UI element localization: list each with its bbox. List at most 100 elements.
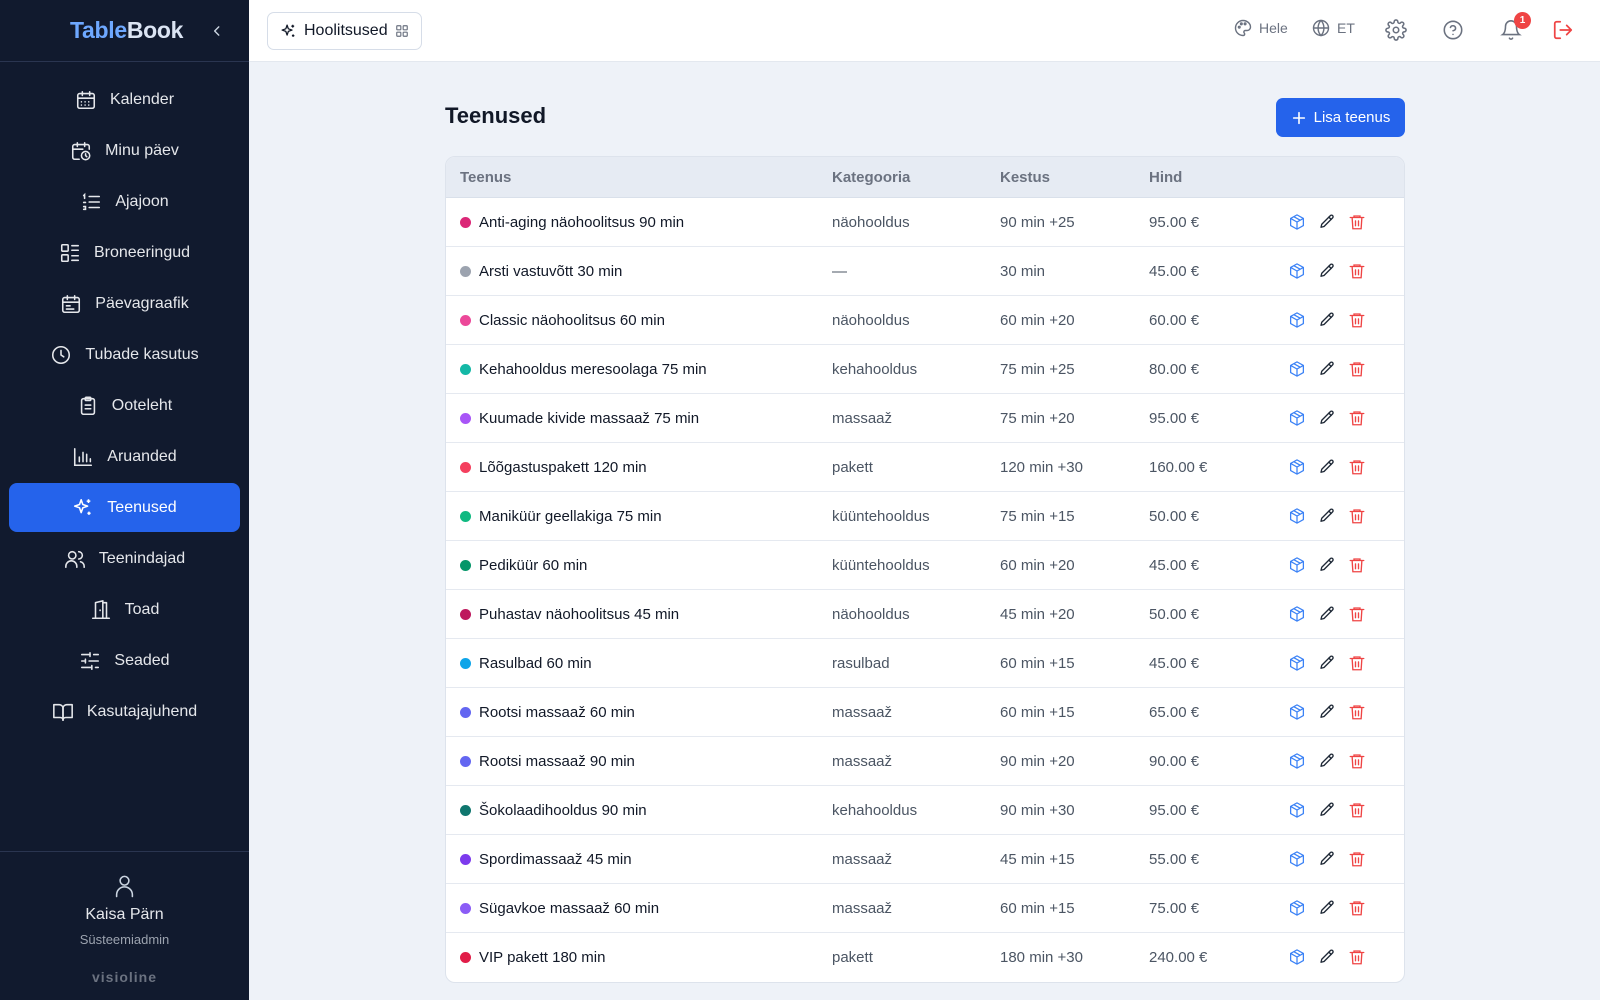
table-row[interactable]: Classic näohoolitsus 60 min näohooldus 60 … [446, 296, 1404, 345]
service-duration: 75 min +25 [1000, 361, 1075, 378]
table-row[interactable]: Lõõgastuspakett 120 min pakett 120 min +30… [446, 443, 1404, 492]
sidebar-item-ooteleht[interactable]: Ooteleht [9, 381, 240, 430]
sidebar-item-kalender[interactable]: Kalender [9, 75, 240, 124]
table-row[interactable]: Anti-aging näohoolitsus 90 min näohooldus… [446, 198, 1404, 247]
theme-toggle[interactable]: Hele [1233, 18, 1288, 38]
language-switcher[interactable]: ET [1311, 18, 1355, 38]
delete-button[interactable] [1347, 310, 1367, 330]
service-price: 95.00 € [1149, 410, 1200, 427]
header-service[interactable]: Teenus [460, 169, 511, 186]
edit-button[interactable] [1317, 751, 1337, 771]
header-category[interactable]: Kategooria [832, 169, 910, 186]
delete-button[interactable] [1347, 653, 1367, 673]
edit-button[interactable] [1317, 555, 1337, 575]
delete-button[interactable] [1347, 408, 1367, 428]
delete-button[interactable] [1347, 947, 1367, 967]
package-button[interactable] [1287, 702, 1307, 722]
delete-button[interactable] [1347, 604, 1367, 624]
package-button[interactable] [1287, 506, 1307, 526]
edit-button[interactable] [1317, 604, 1337, 624]
sidebar-item-teenused[interactable]: Teenused [9, 483, 240, 532]
delete-button[interactable] [1347, 849, 1367, 869]
package-button[interactable] [1287, 310, 1307, 330]
edit-button[interactable] [1317, 849, 1337, 869]
table-row[interactable]: Spordimassaaž 45 min massaaž 45 min +15 55.… [446, 835, 1404, 884]
table-row[interactable]: Kehahooldus meresoolaga 75 min kehahooldu… [446, 345, 1404, 394]
module-switcher-button[interactable]: Hoolitsused [267, 12, 422, 50]
package-button[interactable] [1287, 751, 1307, 771]
trash-icon [1349, 460, 1365, 475]
table-row[interactable]: Pediküür 60 min küüntehooldus 60 min +20 45… [446, 541, 1404, 590]
edit-button[interactable] [1317, 212, 1337, 232]
sidebar-item-toad[interactable]: Toad [9, 585, 240, 634]
add-service-button[interactable]: Lisa teenus [1276, 98, 1405, 137]
delete-button[interactable] [1347, 506, 1367, 526]
edit-button[interactable] [1317, 898, 1337, 918]
package-button[interactable] [1287, 898, 1307, 918]
user-role: Süsteemiadmin [79, 932, 170, 947]
package-button[interactable] [1287, 555, 1307, 575]
package-button[interactable] [1287, 947, 1307, 967]
table-row[interactable]: Sügavkoe massaaž 60 min massaaž 60 min +15… [446, 884, 1404, 933]
delete-button[interactable] [1347, 800, 1367, 820]
edit-button[interactable] [1317, 408, 1337, 428]
table-row[interactable]: Maniküür geellakiga 75 min küüntehooldus 7… [446, 492, 1404, 541]
package-button[interactable] [1287, 604, 1307, 624]
service-duration: 90 min +30 [1000, 802, 1075, 819]
sidebar-item-kasutajajuhend[interactable]: Kasutajajuhend [9, 687, 240, 736]
service-price: 65.00 € [1149, 704, 1200, 721]
package-button[interactable] [1287, 849, 1307, 869]
edit-button[interactable] [1317, 800, 1337, 820]
sidebar-item-tubade-kasutus[interactable]: Tubade kasutus [9, 330, 240, 379]
table-row[interactable]: Puhastav näohoolitsus 45 min näohooldus 45… [446, 590, 1404, 639]
table-row[interactable]: Kuumade kivide massaaž 75 min massaaž 75 m… [446, 394, 1404, 443]
delete-button[interactable] [1347, 898, 1367, 918]
sidebar-item-ajajoon[interactable]: Ajajoon [9, 177, 240, 226]
edit-button[interactable] [1317, 702, 1337, 722]
delete-button[interactable] [1347, 555, 1367, 575]
service-duration: 60 min +15 [1000, 704, 1075, 721]
delete-button[interactable] [1347, 702, 1367, 722]
edit-button[interactable] [1317, 947, 1337, 967]
help-button[interactable] [1442, 19, 1464, 41]
delete-button[interactable] [1347, 212, 1367, 232]
package-button[interactable] [1287, 261, 1307, 281]
header-duration[interactable]: Kestus [1000, 169, 1050, 186]
edit-button[interactable] [1317, 310, 1337, 330]
users-icon [64, 550, 85, 568]
package-button[interactable] [1287, 359, 1307, 379]
edit-button[interactable] [1317, 261, 1337, 281]
table-row[interactable]: VIP pakett 180 min pakett 180 min +30 240.0… [446, 933, 1404, 982]
package-button[interactable] [1287, 212, 1307, 232]
sidebar-item-broneeringud[interactable]: Broneeringud [9, 228, 240, 277]
package-button[interactable] [1287, 457, 1307, 477]
delete-button[interactable] [1347, 751, 1367, 771]
edit-button[interactable] [1317, 506, 1337, 526]
service-price: 95.00 € [1149, 802, 1200, 819]
sidebar-item-teenindajad[interactable]: Teenindajad [9, 534, 240, 583]
sidebar-item-paevagraafik[interactable]: Päevagraafik [9, 279, 240, 328]
edit-button[interactable] [1317, 359, 1337, 379]
package-button[interactable] [1287, 408, 1307, 428]
table-row[interactable]: Rootsi massaaž 90 min massaaž 90 min +20 90… [446, 737, 1404, 786]
sidebar-item-minu-paev[interactable]: Minu päev [9, 126, 240, 175]
sidebar-item-aruanded[interactable]: Aruanded [9, 432, 240, 481]
edit-button[interactable] [1317, 653, 1337, 673]
collapse-sidebar-button[interactable] [207, 20, 227, 42]
header-price[interactable]: Hind [1149, 169, 1182, 186]
edit-button[interactable] [1317, 457, 1337, 477]
delete-button[interactable] [1347, 261, 1367, 281]
table-row[interactable]: Rasulbad 60 min rasulbad 60 min +15 45.00 € [446, 639, 1404, 688]
settings-button[interactable] [1385, 19, 1407, 41]
delete-button[interactable] [1347, 457, 1367, 477]
package-button[interactable] [1287, 653, 1307, 673]
app-logo[interactable]: TableBook [70, 17, 183, 44]
logout-button[interactable] [1552, 19, 1574, 41]
notifications-button[interactable]: 1 [1500, 12, 1531, 41]
delete-button[interactable] [1347, 359, 1367, 379]
table-row[interactable]: Rootsi massaaž 60 min massaaž 60 min +15 65… [446, 688, 1404, 737]
package-button[interactable] [1287, 800, 1307, 820]
table-row[interactable]: Šokolaadihooldus 90 min kehahooldus 90 min… [446, 786, 1404, 835]
table-row[interactable]: Arsti vastuvõtt 30 min — 30 min 45.00 € [446, 247, 1404, 296]
sidebar-item-seaded[interactable]: Seaded [9, 636, 240, 685]
